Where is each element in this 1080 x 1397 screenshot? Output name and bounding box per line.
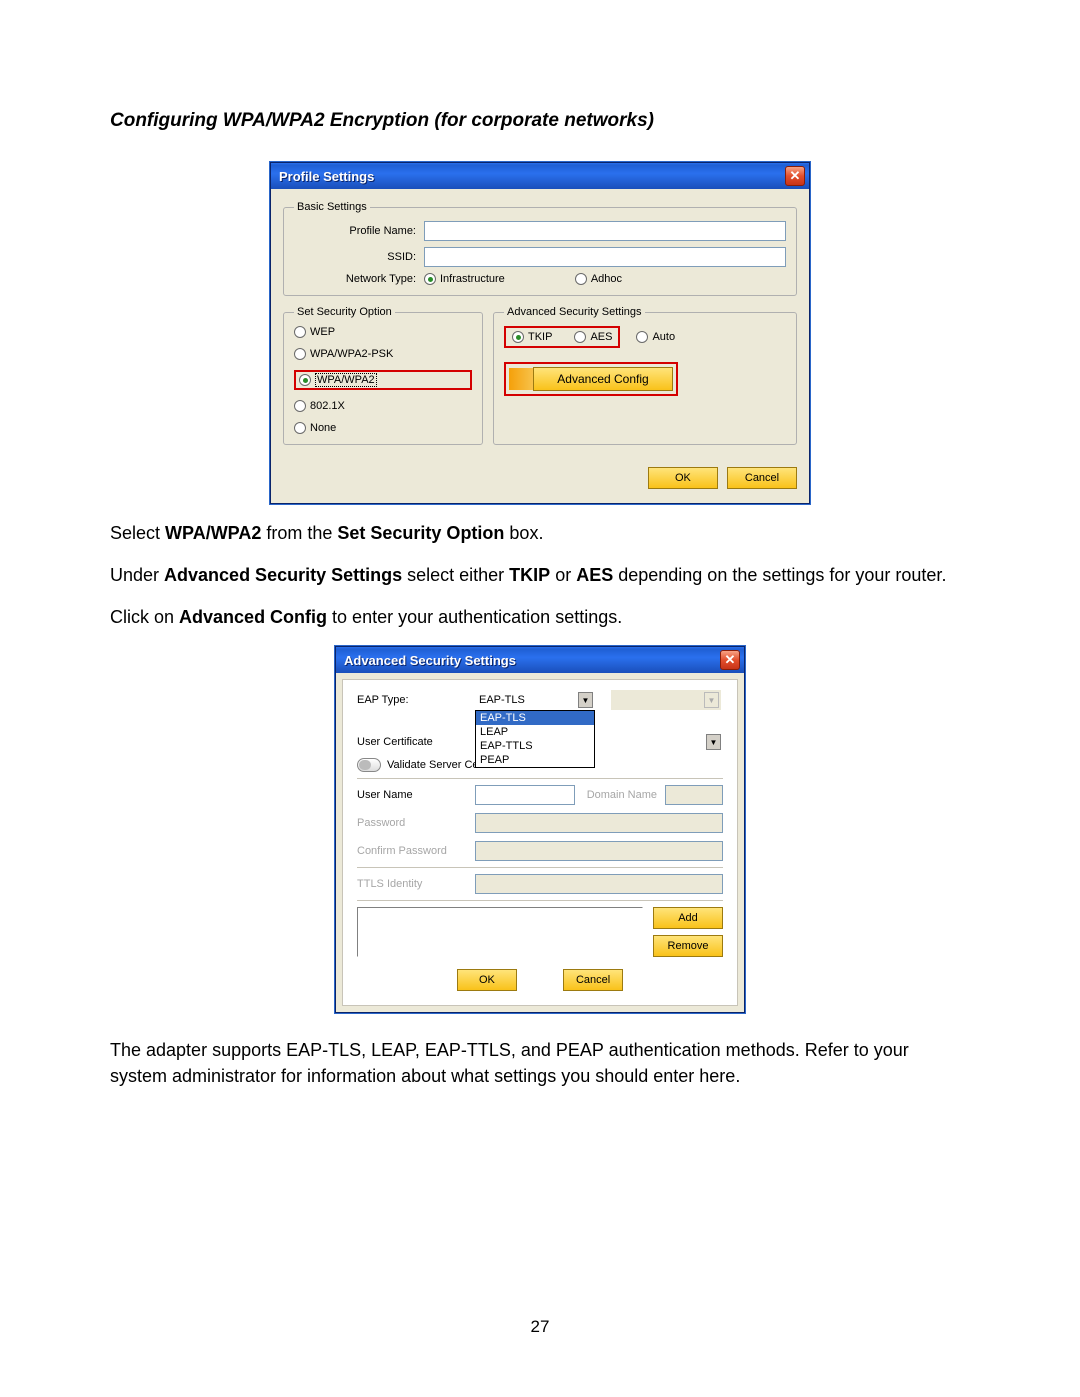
advanced-config-button[interactable]: Advanced Config bbox=[533, 367, 673, 391]
advanced-security-group: Advanced Security Settings TKIP AES Auto… bbox=[493, 306, 797, 445]
profile-name-label: Profile Name: bbox=[294, 225, 424, 237]
cancel-button[interactable]: Cancel bbox=[727, 467, 797, 489]
cancel-button[interactable]: Cancel bbox=[563, 969, 623, 991]
instruction-4: The adapter supports EAP-TLS, LEAP, EAP-… bbox=[110, 1037, 970, 1089]
titlebar: Profile Settings ✕ bbox=[271, 163, 809, 189]
eap-type-label: EAP Type: bbox=[357, 694, 475, 706]
ok-button[interactable]: OK bbox=[648, 467, 718, 489]
network-type-adhoc-radio[interactable]: Adhoc bbox=[575, 273, 622, 285]
eap-subtype-select: ▼ bbox=[611, 690, 721, 710]
section-heading: Configuring WPA/WPA2 Encryption (for cor… bbox=[110, 110, 970, 132]
ssid-input[interactable] bbox=[424, 247, 786, 267]
security-wep-radio[interactable]: WEP bbox=[294, 326, 472, 338]
confirm-password-label: Confirm Password bbox=[357, 845, 475, 857]
instruction-3: Click on Advanced Config to enter your a… bbox=[110, 604, 970, 630]
dialog-title: Advanced Security Settings bbox=[344, 653, 720, 668]
encryption-aes-radio[interactable]: AES bbox=[574, 331, 612, 343]
instruction-2: Under Advanced Security Settings select … bbox=[110, 562, 970, 588]
eap-type-dropdown-list[interactable]: EAP-TLS LEAP EAP-TTLS PEAP bbox=[475, 710, 595, 768]
user-name-label: User Name bbox=[357, 789, 475, 801]
basic-settings-legend: Basic Settings bbox=[294, 201, 370, 213]
security-option-legend: Set Security Option bbox=[294, 306, 395, 318]
ttls-identity-input bbox=[475, 874, 723, 894]
eap-option-leap[interactable]: LEAP bbox=[476, 725, 594, 739]
page-number: 27 bbox=[0, 1317, 1080, 1337]
advanced-config-highlight: Advanced Config bbox=[504, 362, 678, 396]
encryption-auto-radio[interactable]: Auto bbox=[636, 331, 675, 343]
network-type-label: Network Type: bbox=[294, 273, 424, 285]
domain-name-input bbox=[665, 785, 723, 805]
confirm-password-input bbox=[475, 841, 723, 861]
password-label: Password bbox=[357, 817, 475, 829]
encryption-tkip-radio[interactable]: TKIP bbox=[512, 331, 552, 343]
ok-button[interactable]: OK bbox=[457, 969, 517, 991]
basic-settings-group: Basic Settings Profile Name: SSID: Netwo… bbox=[283, 201, 797, 296]
add-button[interactable]: Add bbox=[653, 907, 723, 929]
security-wpapsk-radio[interactable]: WPA/WPA2-PSK bbox=[294, 348, 472, 360]
close-icon[interactable]: ✕ bbox=[720, 650, 740, 670]
network-type-infrastructure-radio[interactable]: Infrastructure bbox=[424, 273, 505, 285]
close-icon[interactable]: ✕ bbox=[785, 166, 805, 186]
eap-option-eapttls[interactable]: EAP-TTLS bbox=[476, 739, 594, 753]
chevron-down-icon: ▼ bbox=[704, 692, 719, 708]
security-option-group: Set Security Option WEP WPA/WPA2-PSK WPA… bbox=[283, 306, 483, 445]
validate-server-toggle[interactable] bbox=[357, 758, 381, 772]
remove-button[interactable]: Remove bbox=[653, 935, 723, 957]
encryption-highlight: TKIP AES bbox=[504, 326, 620, 348]
ssid-label: SSID: bbox=[294, 251, 424, 263]
eap-option-peap[interactable]: PEAP bbox=[476, 753, 594, 767]
profile-name-input[interactable] bbox=[424, 221, 786, 241]
server-list[interactable] bbox=[357, 907, 643, 957]
security-none-radio[interactable]: None bbox=[294, 422, 472, 434]
user-name-input[interactable] bbox=[475, 785, 575, 805]
eap-type-select[interactable]: EAP-TLS ▼ bbox=[475, 690, 595, 710]
profile-settings-dialog: Profile Settings ✕ Basic Settings Profil… bbox=[270, 162, 810, 504]
validate-server-label: Validate Server Cer bbox=[387, 759, 482, 771]
domain-name-label: Domain Name bbox=[575, 789, 665, 801]
advanced-security-dialog: Advanced Security Settings ✕ EAP Type: E… bbox=[335, 646, 745, 1013]
chevron-down-icon: ▼ bbox=[578, 692, 593, 708]
dialog-title: Profile Settings bbox=[279, 169, 785, 184]
eap-option-eaptls[interactable]: EAP-TLS bbox=[476, 711, 594, 725]
security-8021x-radio[interactable]: 802.1X bbox=[294, 400, 472, 412]
instruction-1: Select WPA/WPA2 from the Set Security Op… bbox=[110, 520, 970, 546]
ttls-identity-label: TTLS Identity bbox=[357, 878, 475, 890]
advanced-config-icon bbox=[509, 368, 533, 390]
security-wpa-highlight: WPA/WPA2 bbox=[294, 370, 472, 390]
advanced-security-legend: Advanced Security Settings bbox=[504, 306, 645, 318]
security-wpa-radio[interactable]: WPA/WPA2 bbox=[299, 373, 377, 387]
chevron-down-icon: ▼ bbox=[706, 734, 721, 750]
user-certificate-label: User Certificate bbox=[357, 736, 475, 748]
titlebar: Advanced Security Settings ✕ bbox=[336, 647, 744, 673]
password-input bbox=[475, 813, 723, 833]
